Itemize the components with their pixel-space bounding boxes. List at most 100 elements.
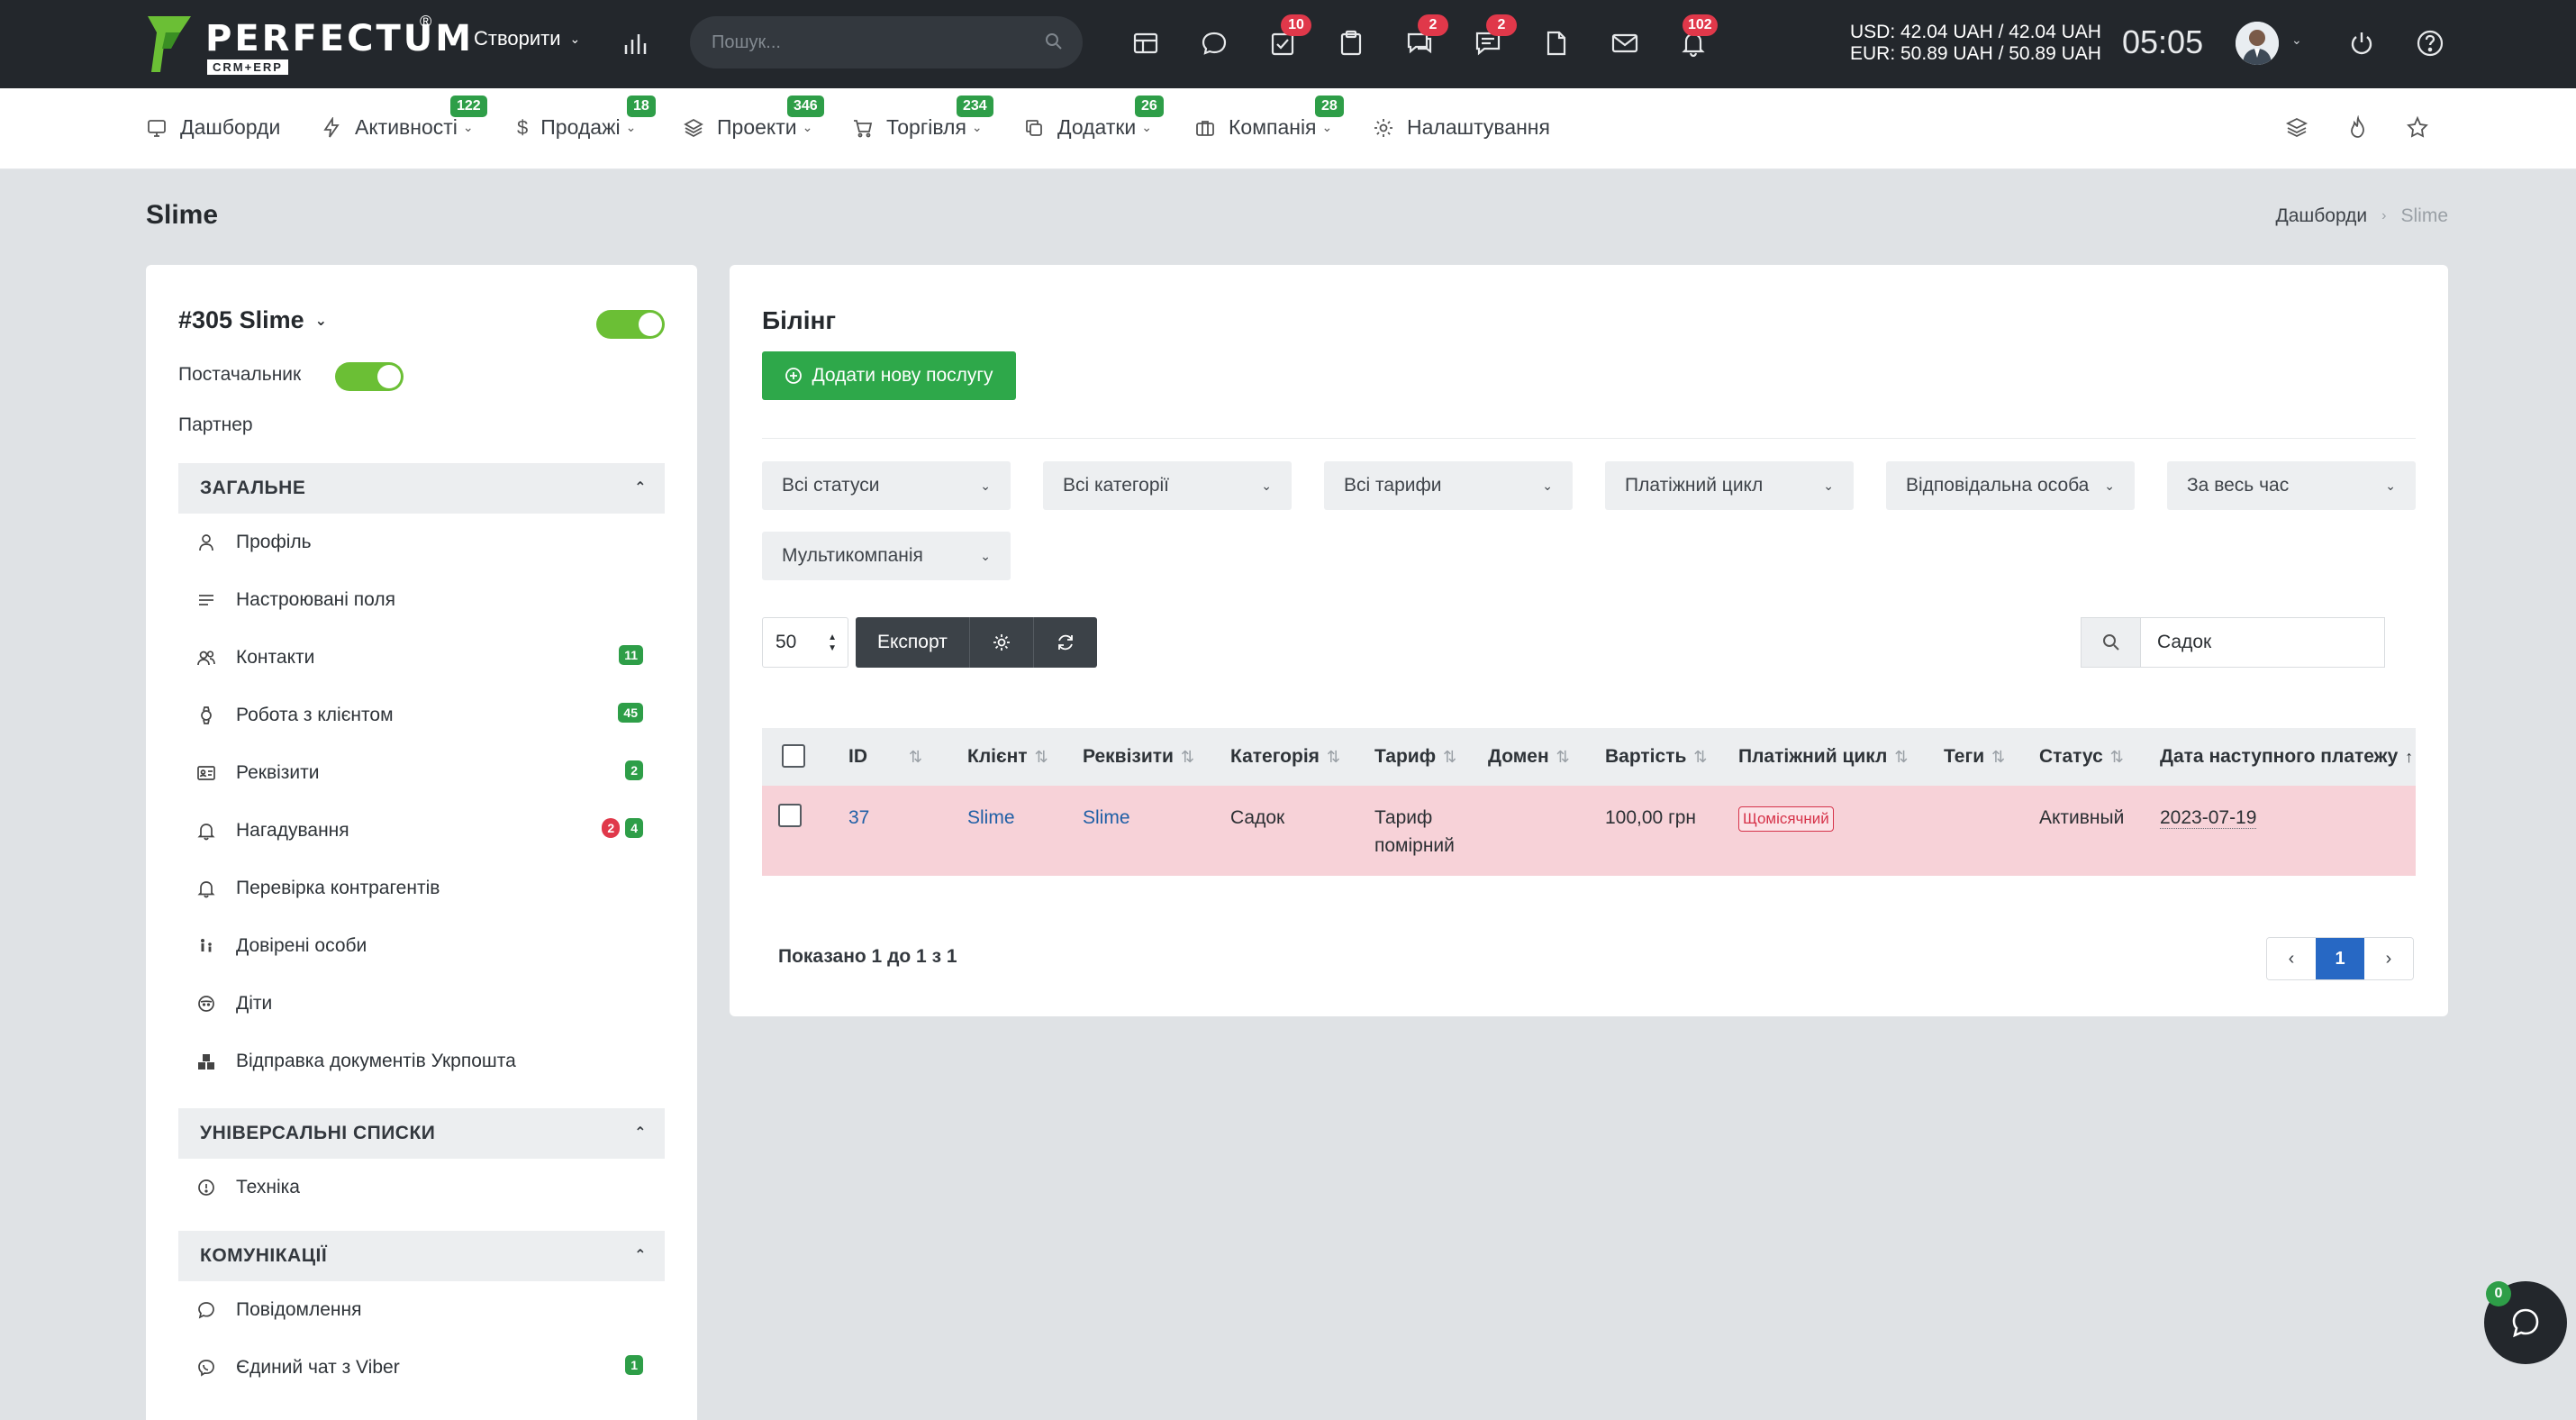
clipboard-icon[interactable] xyxy=(1335,27,1367,59)
nav-label: Настроювані поля xyxy=(236,589,395,610)
user-icon xyxy=(199,534,213,551)
nav-ukrposhta[interactable]: Відправка документів Укрпошта xyxy=(196,1051,665,1072)
filter-multicompany[interactable]: Мультикомпанія ⌄ xyxy=(762,532,1011,580)
search-icon[interactable] xyxy=(2081,617,2140,668)
menu-activities[interactable]: Активності ⌄ 122 xyxy=(321,96,487,140)
nav-badges: 1 xyxy=(625,1355,643,1375)
bell-icon[interactable]: 102 xyxy=(1677,14,1718,59)
breadcrumb-link[interactable]: Дашборди xyxy=(2276,205,2368,227)
nav-viber-chat[interactable]: Єдиний чат з Viber 1 xyxy=(196,1355,665,1379)
menu-company[interactable]: Компанія ⌄ 28 xyxy=(1194,96,1344,140)
comments-icon[interactable]: 2 xyxy=(1472,14,1517,59)
col-label: ID xyxy=(848,746,867,767)
copy-icon xyxy=(1026,119,1042,136)
col-id[interactable]: ID ⇅ xyxy=(848,728,922,786)
nav-messages[interactable]: Повідомлення xyxy=(196,1299,665,1321)
cell-next-payment[interactable]: 2023-07-19 xyxy=(2160,804,2257,832)
bar-chart-icon[interactable] xyxy=(621,29,650,58)
calendar-table-icon[interactable] xyxy=(1129,27,1162,59)
filter-responsible[interactable]: Відповідальна особа ⌄ xyxy=(1886,461,2135,510)
col-cost[interactable]: Вартість ⇅ xyxy=(1605,728,1707,786)
select-all-checkbox[interactable] xyxy=(782,744,805,768)
col-client[interactable]: Клієнт ⇅ xyxy=(967,728,1048,786)
logo[interactable]: PERFECTUM ® CRM+ERP xyxy=(144,13,471,76)
avatar[interactable] xyxy=(2236,22,2279,65)
pagination-page[interactable]: 1 xyxy=(2316,938,2364,979)
sort-icon: ⇅ xyxy=(1991,748,2006,766)
col-status[interactable]: Статус ⇅ xyxy=(2039,728,2124,786)
menu-dashboards[interactable]: Дашборди xyxy=(146,115,280,140)
col-payment-cycle[interactable]: Платіжний цикл ⇅ xyxy=(1738,728,1908,786)
fire-icon[interactable] xyxy=(2345,115,2371,141)
client-panel: #305 Slime ⌄ Постачальник Партнер ЗАГАЛЬ… xyxy=(146,265,697,1420)
chevron-down-icon: ⌄ xyxy=(314,313,328,329)
col-tariff[interactable]: Тариф ⇅ xyxy=(1374,728,1456,786)
section-universal-lists[interactable]: УНІВЕРСАЛЬНІ СПИСКИ ⌃ xyxy=(178,1108,665,1159)
columns-settings-button[interactable] xyxy=(970,617,1034,668)
client-title[interactable]: #305 Slime ⌄ xyxy=(178,306,327,334)
menu-projects[interactable]: Проекти ⌄ 346 xyxy=(683,96,824,140)
layers-icon[interactable] xyxy=(2284,115,2309,141)
col-domain[interactable]: Домен ⇅ xyxy=(1488,728,1570,786)
chevron-down-icon: ⌄ xyxy=(1542,478,1553,493)
col-tags[interactable]: Теги ⇅ xyxy=(1944,728,2005,786)
client-active-toggle[interactable] xyxy=(596,310,665,339)
chat-bubble-icon[interactable] xyxy=(1198,27,1230,59)
cell-id[interactable]: 37 xyxy=(848,804,869,832)
filter-period[interactable]: За весь час ⌄ xyxy=(2167,461,2416,510)
col-category[interactable]: Категорія ⇅ xyxy=(1230,728,1340,786)
cell-client[interactable]: Slime xyxy=(967,804,1015,832)
power-icon[interactable] xyxy=(2345,27,2378,59)
filter-tariff[interactable]: Всі тарифи ⌄ xyxy=(1324,461,1573,510)
refresh-button[interactable] xyxy=(1034,617,1097,668)
filter-label: Платіжний цикл xyxy=(1625,475,1764,496)
chat-widget-badge: 0 xyxy=(2486,1281,2511,1306)
pagination-prev[interactable]: ‹ xyxy=(2267,938,2316,979)
menu-sales[interactable]: $ Продажі ⌄ 18 xyxy=(517,96,656,140)
mail-icon[interactable] xyxy=(1609,27,1641,59)
supplier-toggle[interactable] xyxy=(335,362,404,391)
filter-category[interactable]: Всі категорії ⌄ xyxy=(1043,461,1292,510)
add-service-button[interactable]: Додати нову послугу xyxy=(762,351,1016,400)
chevron-down-icon: ⌄ xyxy=(2385,478,2396,493)
nav-counterparty-check[interactable]: Перевірка контрагентів xyxy=(196,878,665,899)
menu-addons[interactable]: Додатки ⌄ 26 xyxy=(1023,96,1164,140)
nav-label: Техніка xyxy=(236,1177,300,1197)
tasks-icon[interactable]: 10 xyxy=(1266,14,1311,59)
chevron-down-icon[interactable]: ⌄ xyxy=(2291,32,2302,48)
col-requisites[interactable]: Реквізити ⇅ xyxy=(1083,728,1194,786)
nav-children[interactable]: Діти xyxy=(196,993,665,1015)
nav-reminders[interactable]: Нагадування 2 4 xyxy=(196,818,665,842)
nav-contacts[interactable]: Контакти 11 xyxy=(196,645,665,669)
per-page-select[interactable]: 50 ▲ ▼ xyxy=(762,617,848,668)
filter-payment-cycle[interactable]: Платіжний цикл ⌄ xyxy=(1605,461,1854,510)
global-search-input[interactable] xyxy=(712,32,1036,53)
filter-status[interactable]: Всі статуси ⌄ xyxy=(762,461,1011,510)
nav-trusted-persons[interactable]: Довірені особи xyxy=(196,935,665,957)
col-label: Категорія xyxy=(1230,746,1320,767)
discussion-icon[interactable]: 2 xyxy=(1403,14,1448,59)
table-search-input[interactable] xyxy=(2140,617,2385,668)
nav-client-work[interactable]: Робота з клієнтом 45 xyxy=(196,703,665,726)
document-icon[interactable] xyxy=(1540,27,1573,59)
row-checkbox[interactable] xyxy=(778,804,802,827)
table-row[interactable]: 37 Slime Slime Садок Тариф помірний 100,… xyxy=(762,786,2416,876)
nav-requisites[interactable]: Реквізити 2 xyxy=(196,760,665,784)
nav-profile[interactable]: Профіль xyxy=(196,532,665,553)
menu-trade[interactable]: Торгівля ⌄ 234 xyxy=(852,96,993,140)
export-button[interactable]: Експорт xyxy=(856,617,970,668)
col-next-payment[interactable]: Дата наступного платежу ↑ xyxy=(2160,728,2413,786)
nav-equipment[interactable]: Техніка xyxy=(196,1177,665,1198)
next-payment-date: 2023-07-19 xyxy=(2160,807,2257,829)
cell-requisites[interactable]: Slime xyxy=(1083,804,1130,832)
pagination-next[interactable]: › xyxy=(2364,938,2413,979)
create-dropdown[interactable]: Створити ⌄ xyxy=(474,27,580,50)
section-general[interactable]: ЗАГАЛЬНЕ ⌃ xyxy=(178,463,665,514)
star-icon[interactable] xyxy=(2405,115,2430,141)
menu-settings[interactable]: Налаштування xyxy=(1373,115,1550,140)
section-communications[interactable]: КОМУНІКАЦІЇ ⌃ xyxy=(178,1231,665,1281)
global-search[interactable] xyxy=(690,16,1083,68)
count-badge: 11 xyxy=(619,645,643,665)
help-icon[interactable] xyxy=(2414,27,2446,59)
nav-custom-fields[interactable]: Настроювані поля xyxy=(196,589,665,611)
